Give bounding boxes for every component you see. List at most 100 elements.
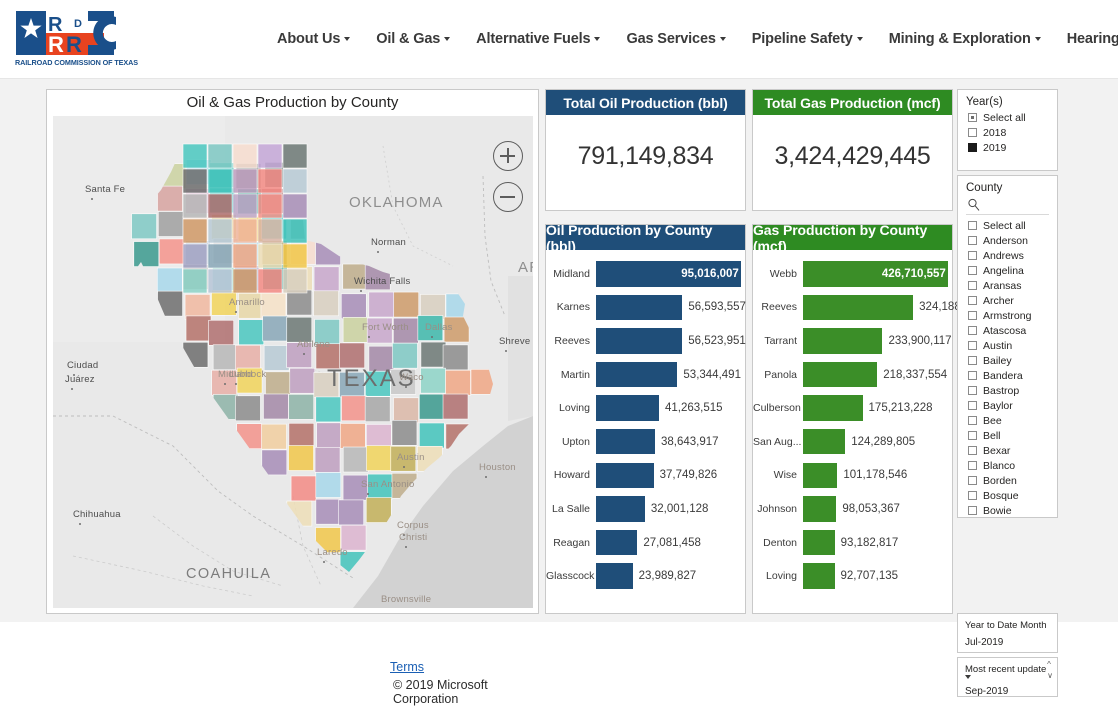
- slicer-item-bowie[interactable]: Bowie: [966, 503, 1049, 518]
- bar-row[interactable]: Culberson 175,213,228: [753, 391, 948, 425]
- county-search-box[interactable]: [966, 196, 1054, 215]
- checkbox[interactable]: [968, 386, 977, 395]
- nav-item-about-us[interactable]: About Us: [264, 31, 363, 47]
- bar-fill[interactable]: [803, 395, 863, 421]
- checkbox[interactable]: [968, 401, 977, 410]
- bar-row[interactable]: Karnes 56,593,557: [546, 291, 746, 325]
- map-zoom-out-button[interactable]: [493, 182, 523, 212]
- bar-fill[interactable]: [596, 529, 638, 556]
- bar-row[interactable]: Upton 38,643,917: [546, 425, 741, 459]
- slicer-item-bandera[interactable]: Bandera: [966, 368, 1049, 383]
- bar-row[interactable]: Johnson 98,053,367: [753, 492, 948, 526]
- nav-item-gas-services[interactable]: Gas Services: [613, 31, 738, 47]
- bar-row[interactable]: San Aug... 124,289,805: [753, 425, 948, 459]
- checkbox[interactable]: [968, 236, 977, 245]
- update-spinner[interactable]: ^ ∨: [1047, 661, 1053, 680]
- checkbox[interactable]: [968, 311, 977, 320]
- slicer-item-bell[interactable]: Bell: [966, 428, 1049, 443]
- checkbox[interactable]: [968, 341, 977, 350]
- nav-item-alternative-fuels[interactable]: Alternative Fuels: [463, 31, 613, 47]
- slicer-item-angelina[interactable]: Angelina: [966, 263, 1049, 278]
- bar-row[interactable]: Midland 95,016,007: [546, 257, 741, 291]
- bar-fill[interactable]: [596, 462, 654, 489]
- bar-row[interactable]: Loving 41,263,515: [546, 391, 741, 425]
- checkbox[interactable]: [968, 266, 977, 275]
- slicer-item-archer[interactable]: Archer: [966, 293, 1049, 308]
- bar-row[interactable]: Reeves 324,188,822: [753, 291, 983, 325]
- slicer-item-bee[interactable]: Bee: [966, 413, 1049, 428]
- kpi-card-total-oil[interactable]: Total Oil Production (bbl) 791,149,834: [545, 89, 746, 211]
- bar-row[interactable]: Wise 101,178,546: [753, 459, 948, 493]
- map-body[interactable]: Santa FeOKLAHOMANormanARKAmarilloLubbock…: [53, 116, 533, 608]
- bar-row[interactable]: La Salle 32,001,128: [546, 492, 741, 526]
- bar-fill[interactable]: [596, 395, 659, 421]
- slicer-item-2018[interactable]: 2018: [966, 125, 1049, 140]
- checkbox[interactable]: [968, 491, 977, 500]
- bar-fill[interactable]: [803, 529, 835, 556]
- slicer-item-bexar[interactable]: Bexar: [966, 443, 1049, 458]
- slicer-item-select-all[interactable]: Select all: [966, 218, 1049, 233]
- kpi-card-total-gas[interactable]: Total Gas Production (mcf) 3,424,429,445: [752, 89, 953, 211]
- bar-fill[interactable]: [803, 563, 835, 589]
- bar-row[interactable]: Panola 218,337,554: [753, 358, 948, 392]
- county-search-input[interactable]: [984, 198, 1054, 213]
- checkbox[interactable]: [968, 113, 977, 122]
- checkbox[interactable]: [968, 431, 977, 440]
- nav-item-pipeline-safety[interactable]: Pipeline Safety: [739, 31, 876, 47]
- slicer-county-items[interactable]: Select all Anderson Andrews Angelina Aransas…: [966, 218, 1049, 518]
- slicer-item-andrews[interactable]: Andrews: [966, 248, 1049, 263]
- bar-chart-oil-by-county[interactable]: Oil Production by County (bbl) Midland 95…: [545, 222, 746, 614]
- slicer-item-baylor[interactable]: Baylor: [966, 398, 1049, 413]
- bar-row[interactable]: Reagan 27,081,458: [546, 526, 741, 560]
- nav-item-hearings[interactable]: Hearings: [1054, 31, 1118, 47]
- slicer-county[interactable]: County Select all Anderson Andrews Angelina…: [957, 175, 1058, 518]
- checkbox[interactable]: [968, 251, 977, 260]
- bar-fill[interactable]: [803, 294, 914, 321]
- bar-fill[interactable]: [596, 328, 683, 354]
- bar-row[interactable]: Martin 53,344,491: [546, 358, 741, 392]
- bar-fill[interactable]: [803, 361, 878, 388]
- checkbox[interactable]: [968, 476, 977, 485]
- bar-chart-gas-by-county[interactable]: Gas Production by County (mcf) Webb 426,7…: [752, 222, 983, 614]
- bar-fill[interactable]: [596, 361, 678, 388]
- card-most-recent-update[interactable]: Most recent update ^ ∨ Sep-2019: [957, 657, 1058, 697]
- checkbox[interactable]: [968, 371, 977, 380]
- checkbox[interactable]: [968, 446, 977, 455]
- slicer-item-atascosa[interactable]: Atascosa: [966, 323, 1049, 338]
- chevron-down-icon[interactable]: [965, 675, 971, 679]
- checkbox[interactable]: [968, 296, 977, 305]
- slicer-item-select-all[interactable]: Select all: [966, 110, 1049, 125]
- spinner-down-icon[interactable]: ∨: [1047, 672, 1053, 680]
- slicer-item-armstrong[interactable]: Armstrong: [966, 308, 1049, 323]
- nav-item-oil-and-gas[interactable]: Oil & Gas: [363, 31, 463, 47]
- map-zoom-in-button[interactable]: [493, 141, 523, 171]
- nav-item-mining-and-exploration[interactable]: Mining & Exploration: [876, 31, 1054, 47]
- checkbox[interactable]: [968, 506, 977, 515]
- slicer-item-2019[interactable]: 2019: [966, 140, 1049, 155]
- slicer-item-austin[interactable]: Austin: [966, 338, 1049, 353]
- bar-row[interactable]: Tarrant 233,900,117: [753, 324, 952, 358]
- bar-row[interactable]: Webb 426,710,557: [753, 257, 948, 291]
- slicer-item-bailey[interactable]: Bailey: [966, 353, 1049, 368]
- checkbox[interactable]: [968, 461, 977, 470]
- bar-fill[interactable]: [803, 496, 837, 522]
- bar-row[interactable]: Loving 92,707,135: [753, 559, 948, 593]
- map-terms-link[interactable]: Terms: [390, 660, 424, 674]
- rrc-logo[interactable]: R R R D RAILROAD COMMISSION OF TEXAS: [14, 7, 138, 73]
- spinner-up-icon[interactable]: ^: [1047, 661, 1053, 669]
- checkbox[interactable]: [968, 326, 977, 335]
- checkbox[interactable]: [968, 281, 977, 290]
- checkbox[interactable]: [968, 356, 977, 365]
- slicer-item-bastrop[interactable]: Bastrop: [966, 383, 1049, 398]
- slicer-years[interactable]: Year(s) Select all 2018 2019: [957, 89, 1058, 171]
- bar-fill[interactable]: [803, 462, 838, 489]
- map-visual[interactable]: Oil & Gas Production by County Santa Fe O…: [46, 89, 539, 706]
- bar-row[interactable]: Denton 93,182,817: [753, 526, 948, 560]
- bar-row[interactable]: Reeves 56,523,951: [546, 324, 746, 358]
- bar-fill[interactable]: [803, 428, 846, 455]
- slicer-item-aransas[interactable]: Aransas: [966, 278, 1049, 293]
- slicer-item-anderson[interactable]: Anderson: [966, 233, 1049, 248]
- bar-fill[interactable]: [803, 328, 883, 354]
- checkbox[interactable]: [968, 416, 977, 425]
- slicer-item-blanco[interactable]: Blanco: [966, 458, 1049, 473]
